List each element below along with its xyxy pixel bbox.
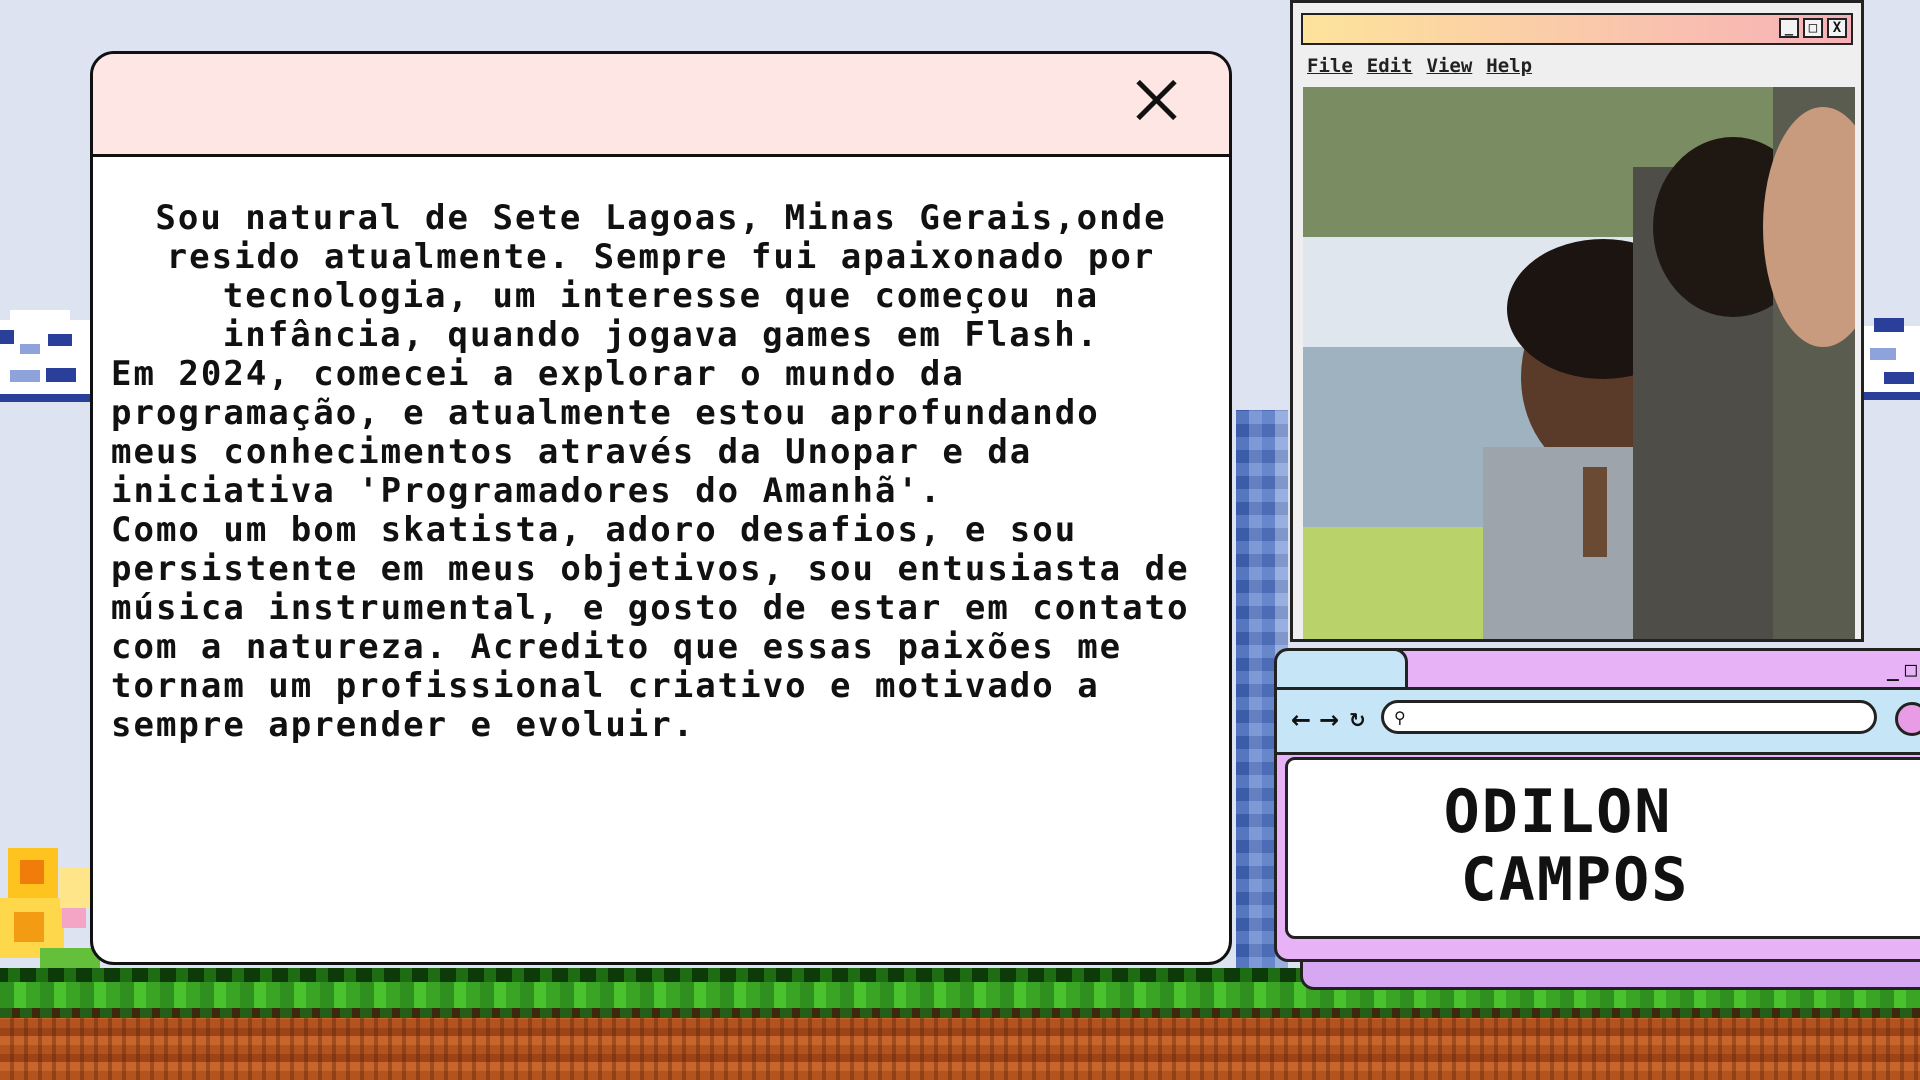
menu-view[interactable]: View xyxy=(1427,55,1473,77)
last-name: CAMPOS xyxy=(1460,845,1690,915)
name-heading: ODILON CAMPOS xyxy=(1378,778,1738,914)
photo-window-titlebar[interactable]: _ □ X xyxy=(1301,13,1853,45)
profile-photo xyxy=(1303,87,1855,639)
minimize-button[interactable]: _ xyxy=(1779,18,1799,38)
pixel-cloud-left xyxy=(0,310,90,402)
back-arrow-icon[interactable]: ← xyxy=(1291,706,1311,734)
bio-modal-header xyxy=(93,54,1229,157)
bio-paragraph-2: Em 2024, comecei a explorar o mundo da p… xyxy=(111,354,1100,511)
pixel-cloud-right xyxy=(1864,318,1920,400)
browser-window-controls: _ □ X xyxy=(1887,657,1920,681)
menu-edit[interactable]: Edit xyxy=(1367,55,1413,77)
browser-minimize-button[interactable]: _ xyxy=(1887,657,1899,681)
name-card: ODILON CAMPOS xyxy=(1285,757,1920,939)
forward-arrow-icon[interactable]: → xyxy=(1319,706,1339,734)
search-icon: ⚲ xyxy=(1394,708,1406,727)
browser-navbar: ← → ↻ ⚲ xyxy=(1277,687,1920,755)
menu-help[interactable]: Help xyxy=(1486,55,1532,77)
menu-file[interactable]: File xyxy=(1307,55,1353,77)
name-browser-window: _ □ X ← → ↻ ⚲ ODILON CAMPOS xyxy=(1274,648,1920,962)
bio-text: Sou natural de Sete Lagoas, Minas Gerais… xyxy=(93,157,1229,745)
photo-window: _ □ X File Edit View Help xyxy=(1290,0,1864,642)
bio-modal: Sou natural de Sete Lagoas, Minas Gerais… xyxy=(90,51,1232,965)
bio-paragraph-1: Sou natural de Sete Lagoas, Minas Gerais… xyxy=(155,198,1167,355)
address-bar[interactable]: ⚲ xyxy=(1381,700,1877,734)
menubar: File Edit View Help xyxy=(1307,55,1532,77)
browser-maximize-button[interactable]: □ xyxy=(1905,657,1917,681)
close-button[interactable]: X xyxy=(1827,18,1847,38)
profile-dot[interactable] xyxy=(1895,702,1920,736)
bio-paragraph-3: Como um bom skatista, adoro desafios, e … xyxy=(111,510,1190,745)
reload-icon[interactable]: ↻ xyxy=(1349,708,1366,732)
pixel-dirt xyxy=(0,1018,1920,1080)
close-icon[interactable] xyxy=(1133,76,1181,124)
maximize-button[interactable]: □ xyxy=(1803,18,1823,38)
first-name: ODILON xyxy=(1443,777,1673,847)
